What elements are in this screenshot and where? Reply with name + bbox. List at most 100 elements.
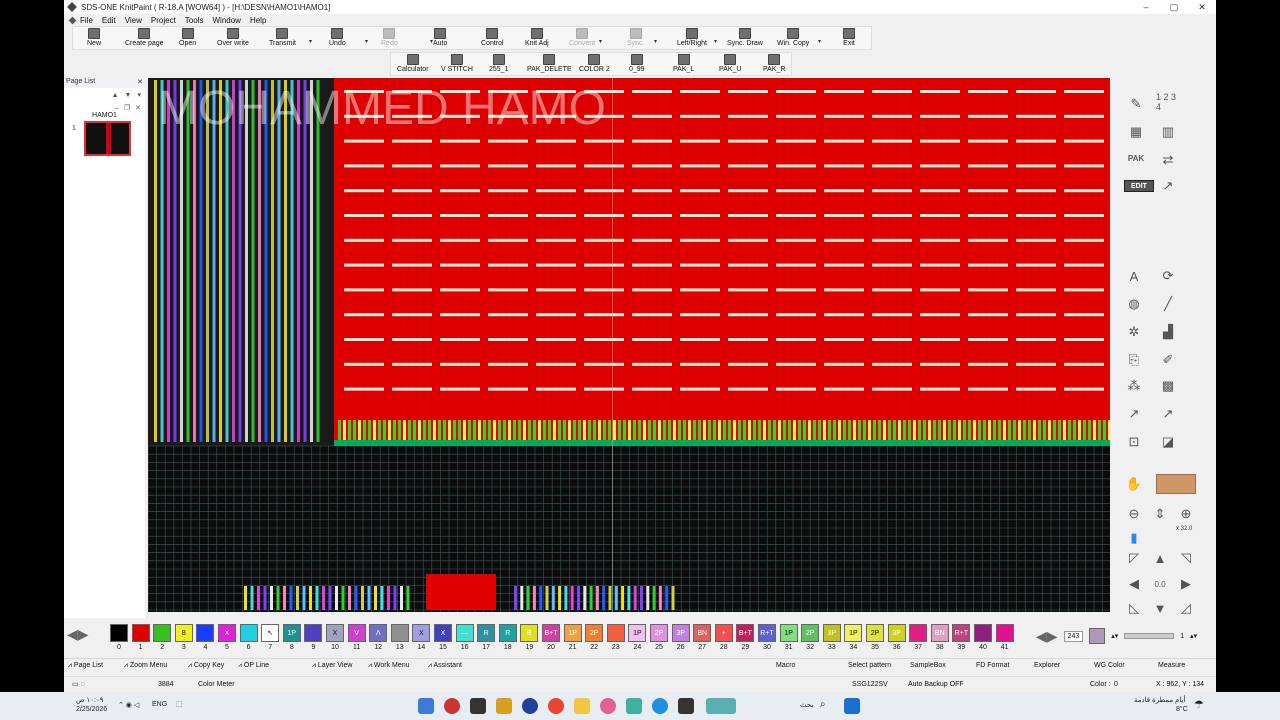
layer-icon[interactable]: ▥ (1156, 122, 1180, 142)
color-swatch-24[interactable]: 1P (628, 624, 647, 642)
pak-icon[interactable]: PAK (1124, 148, 1148, 168)
app-icon[interactable] (600, 698, 616, 714)
app-icon[interactable] (496, 698, 512, 714)
color-swatch-28[interactable]: + (714, 624, 733, 642)
zoom-out-icon[interactable]: ⊖ (1122, 504, 1146, 524)
new-button[interactable]: New (87, 28, 101, 50)
layer-spinner-icon[interactable]: ▴▾ (1111, 632, 1118, 640)
knitpaint-icon[interactable] (470, 698, 486, 714)
color-swatch-39[interactable]: R+T (952, 624, 971, 642)
widget-icon[interactable] (706, 698, 736, 714)
nav-down-icon[interactable]: ▼ (1148, 598, 1172, 618)
layer-value[interactable]: 1 (1180, 633, 1184, 640)
fill-tool-icon[interactable]: ◍ (1122, 294, 1146, 314)
hand-icon[interactable]: ✋ (1122, 474, 1146, 494)
create-page-button[interactable]: Create page (125, 28, 164, 50)
app-icon[interactable] (418, 698, 434, 714)
chrome-icon[interactable] (548, 698, 564, 714)
sync-draw-button[interactable]: Sync. Draw (727, 28, 763, 50)
color-swatch-4[interactable] (196, 624, 215, 642)
color-swatch-30[interactable]: R+T (758, 624, 776, 642)
color-swatch-20[interactable]: B+T (542, 624, 560, 642)
dropdown-arrow-icon[interactable]: ▾ (599, 38, 602, 45)
menu-window[interactable]: Window (212, 16, 240, 25)
color-swatch-35[interactable]: 2P (866, 624, 884, 642)
undo-button[interactable]: Undo (329, 28, 346, 50)
calculator-button[interactable]: Calculator (397, 54, 429, 76)
menu-view[interactable]: View (125, 16, 142, 25)
palette-count[interactable]: 243 (1063, 630, 1084, 642)
color-swatch-17[interactable]: R (477, 624, 496, 642)
samplebox-button[interactable]: SampleBox (910, 662, 946, 669)
close-icon[interactable]: ✕ (137, 78, 143, 88)
pak-delete-button[interactable]: PAK_DELETE (527, 54, 572, 76)
arrow-down-icon[interactable]: ▼ (125, 92, 132, 99)
transfer-icon[interactable]: ⇄ (1156, 150, 1180, 170)
select-pattern-button[interactable]: Select pattern (848, 662, 891, 669)
language-indicator[interactable]: ENG (152, 701, 167, 708)
color-swatch-8[interactable]: 1P (282, 624, 301, 642)
nav-down-right-icon[interactable]: ◿ (1174, 598, 1198, 618)
work-menu-button[interactable]: ⩘ Work Menu (368, 662, 410, 670)
chevron-down-icon[interactable]: ▾ (137, 91, 141, 99)
design-canvas[interactable]: MOHAMMED HAMO (148, 78, 1110, 612)
macro-button[interactable]: Macro (776, 662, 795, 669)
search-icon[interactable]: ⌕ (820, 699, 826, 710)
color-swatch-27[interactable]: BN (693, 624, 712, 642)
color-swatch-16[interactable]: — (455, 624, 474, 642)
edge-icon[interactable] (652, 698, 668, 714)
redo-button[interactable]: Redo (381, 28, 398, 50)
color-swatch-40[interactable] (974, 624, 992, 642)
layer-slider[interactable] (1124, 633, 1175, 639)
layer-view-button[interactable]: ⩘ Layer View (312, 662, 352, 670)
lasso-icon[interactable]: ⟳ (1156, 266, 1180, 286)
menu-project[interactable]: Project (151, 16, 176, 25)
color-swatch-26[interactable]: 3P (671, 624, 690, 642)
color-swatch-41[interactable] (995, 624, 1014, 642)
dropdown-arrow-icon[interactable]: ▾ (654, 38, 657, 45)
color-swatch-38[interactable]: BN (930, 624, 949, 642)
dropdown-arrow-icon[interactable]: ▾ (430, 38, 433, 45)
bookmark-icon[interactable]: ▮ (1122, 528, 1146, 548)
explorer-button[interactable]: Explorer (1034, 662, 1060, 669)
knit-grid-icon[interactable]: ▦ (1124, 122, 1148, 142)
pointer-tool-icon[interactable]: ↗ (1156, 176, 1180, 196)
folder-icon[interactable] (574, 698, 590, 714)
zoom-vertical-icon[interactable]: ⇕ (1148, 504, 1172, 524)
node-tool-icon[interactable]: ⁂ (1122, 376, 1146, 396)
copy-brush-icon[interactable]: ⎘ (1122, 350, 1146, 370)
color-swatch-31[interactable]: 1P (779, 624, 798, 642)
search-box[interactable]: بحث (800, 701, 813, 709)
arrow-tool-icon[interactable]: ↗ (1122, 404, 1146, 424)
move-tool-icon[interactable]: ↗ (1156, 404, 1180, 424)
color-swatch-14[interactable]: X (412, 624, 431, 642)
app-icon[interactable] (444, 698, 460, 714)
measure-button[interactable]: Measure (1158, 662, 1185, 669)
palette-scroll-left-icon[interactable]: ◀▶ (67, 626, 89, 643)
zoom-in-icon[interactable]: ⊕ (1174, 504, 1198, 524)
color-swatch-23[interactable] (606, 624, 625, 642)
line-tool-icon[interactable]: ╱ (1156, 294, 1180, 314)
op-line-button[interactable]: ⩘ OP Line (238, 662, 269, 670)
color-swatch-33[interactable]: 3P (822, 624, 841, 642)
nav-up-right-icon[interactable]: ◹ (1174, 548, 1198, 568)
system-tray-icons[interactable]: ⌃ ◉ ◁ (118, 701, 139, 709)
sync-button[interactable]: Sync. (627, 28, 645, 50)
menu-help[interactable]: Help (250, 16, 266, 25)
color-swatch-0[interactable] (110, 624, 128, 642)
minimize-button[interactable]: – (1132, 2, 1160, 12)
color-swatch-29[interactable]: B+T (736, 624, 755, 642)
edit-button[interactable]: EDIT (1124, 180, 1154, 192)
color-swatch-12[interactable]: Λ (369, 624, 388, 642)
page-item[interactable]: 1 (64, 119, 145, 159)
app-icon[interactable] (678, 698, 694, 714)
menu-tools[interactable]: Tools (185, 16, 204, 25)
color-swatch-32[interactable]: 2P (801, 624, 820, 642)
color-swatch-7[interactable]: ↖ (261, 624, 280, 642)
pak-r-button[interactable]: PAK_R (763, 54, 785, 76)
color-swatch-19[interactable]: B (520, 624, 539, 642)
exit-button[interactable]: Exit (843, 28, 855, 50)
255-1-button[interactable]: 255_1 (489, 54, 508, 76)
zoom-menu-button[interactable]: ⩘ Zoom Menu (124, 662, 167, 670)
text-tool-icon[interactable]: A (1122, 266, 1146, 286)
